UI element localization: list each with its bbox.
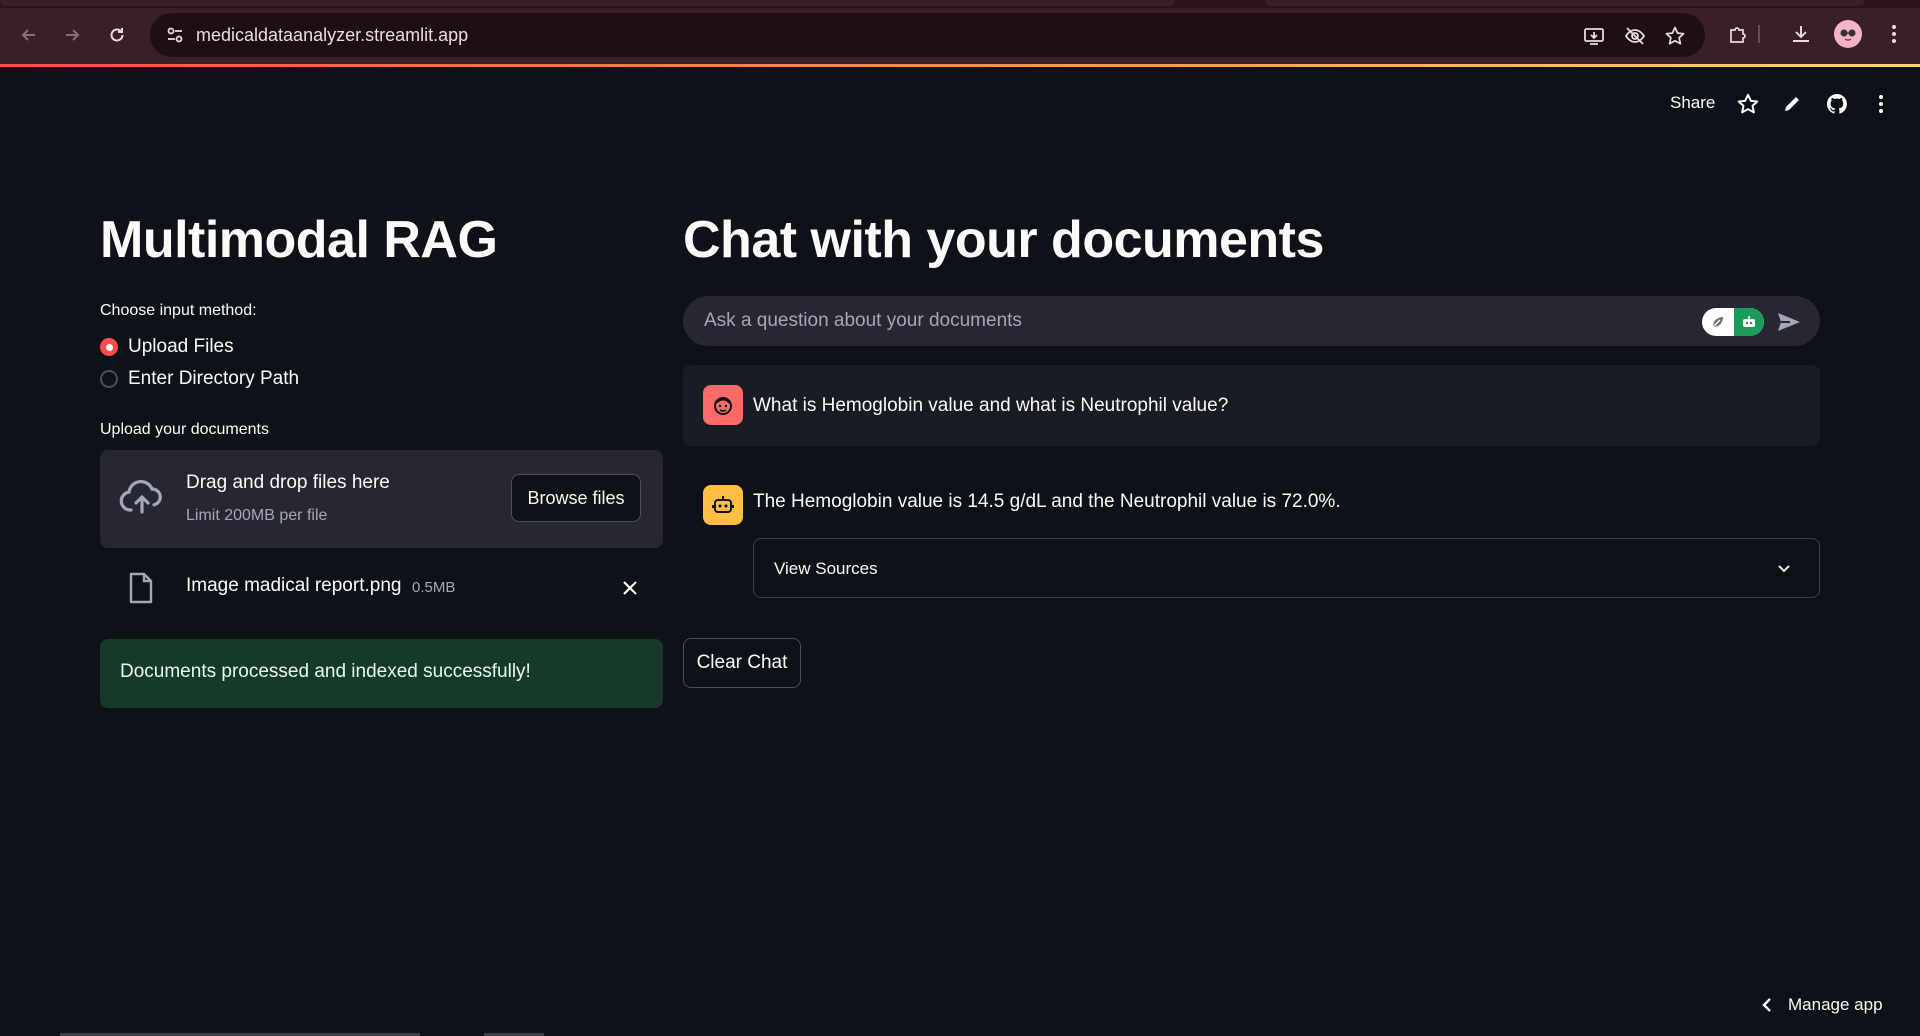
profile-avatar[interactable] [1834,20,1862,48]
forward-button[interactable] [57,20,87,50]
chat-message-assistant: The Hemoglobin value is 14.5 g/dL and th… [683,465,1820,605]
chevron-left-icon [1762,998,1771,1012]
view-sources-expander[interactable]: View Sources [753,538,1820,598]
manage-app-button[interactable]: Manage app [1760,995,1883,1015]
send-button[interactable] [1775,308,1803,336]
install-icon [1584,28,1604,45]
assistant-message-text: The Hemoglobin value is 14.5 g/dL and th… [753,491,1341,512]
view-sources-label: View Sources [774,559,878,578]
send-icon [1778,313,1800,331]
assistant-avatar [703,485,743,525]
app-menu-button[interactable] [1867,90,1895,118]
remove-file-button[interactable] [617,575,643,601]
url-text[interactable]: medicaldataanalyzer.streamlit.app [196,25,468,46]
arrow-left-icon [21,29,35,41]
pencil-icon [1785,97,1799,111]
reload-button[interactable] [102,20,132,50]
robot-face-icon [712,496,734,513]
success-alert: Documents processed and indexed successf… [100,639,663,708]
radio-label: Upload Files [128,336,234,357]
eye-off-icon [1624,27,1646,45]
browse-files-button[interactable]: Browse files [511,474,641,522]
tab-active[interactable] [0,0,1175,6]
tab-other[interactable] [1265,0,1865,6]
radio-selected-indicator[interactable] [100,338,118,356]
page-load-bar [0,64,1920,67]
chat-message-user: What is Hemoglobin value and what is Neu… [683,365,1820,446]
radio-label: Enter Directory Path [128,368,300,389]
manage-app-label: Manage app [1788,995,1883,1014]
dropzone-title: Drag and drop files here [186,472,390,493]
cloud-upload-icon [118,478,166,518]
share-button[interactable]: Share [1670,93,1715,113]
bookmark-star-button[interactable] [1662,23,1688,49]
browser-chrome: medicaldataanalyzer.streamlit.app [0,0,1920,67]
arrow-right-icon [66,29,80,41]
star-icon [1737,93,1759,114]
github-icon [1826,93,1847,114]
downloads-button[interactable] [1787,20,1815,48]
user-face-icon [714,397,732,415]
clear-chat-button[interactable]: Clear Chat [683,638,801,688]
user-message-text: What is Hemoglobin value and what is Neu… [753,395,1229,416]
extension-badge[interactable] [1702,308,1764,336]
chevron-down-icon [1773,557,1795,579]
tracking-protection-button[interactable] [1622,23,1648,49]
file-name: Image madical report.png [186,575,402,596]
edit-button[interactable] [1778,90,1806,118]
browser-menu-button[interactable] [1880,20,1908,48]
toolbar-divider [1758,25,1760,43]
file-dropzone[interactable]: Drag and drop files here Limit 200MB per… [100,450,663,548]
robot-icon [1734,308,1764,336]
close-icon [623,581,637,595]
file-size: 0.5MB [412,579,456,596]
radio-upload-files[interactable]: Upload Files [100,334,234,360]
file-icon [128,572,154,604]
star-icon [1665,26,1685,45]
puzzle-icon [1730,27,1746,43]
user-avatar [703,385,743,425]
tab-strip [0,0,1920,8]
page-title: Multimodal RAG [100,211,498,269]
address-bar[interactable]: medicaldataanalyzer.streamlit.app [150,13,1705,57]
more-vertical-icon [1879,95,1883,113]
tune-icon [167,27,183,43]
more-vertical-icon [1892,25,1896,43]
dropzone-limit: Limit 200MB per file [186,507,328,524]
radio-unselected-indicator[interactable] [100,370,118,388]
github-button[interactable] [1823,90,1851,118]
input-method-label: Choose input method: [100,302,257,319]
chat-input-placeholder[interactable]: Ask a question about your documents [704,310,1022,332]
leaf-icon [1708,312,1728,332]
chat-input[interactable]: Ask a question about your documents [683,296,1820,346]
install-app-button[interactable] [1581,23,1607,49]
favorite-button[interactable] [1734,90,1762,118]
chat-title: Chat with your documents [683,211,1324,269]
uploaded-file-row: Image madical report.png 0.5MB [100,562,663,612]
face-glasses-icon [1840,29,1856,41]
extensions-button[interactable] [1724,20,1752,48]
radio-directory-path[interactable]: Enter Directory Path [100,366,299,392]
upload-label: Upload your documents [100,421,269,438]
download-icon [1793,26,1809,42]
site-info-button[interactable] [160,20,190,50]
back-button[interactable] [14,20,44,50]
reload-icon [110,28,124,42]
